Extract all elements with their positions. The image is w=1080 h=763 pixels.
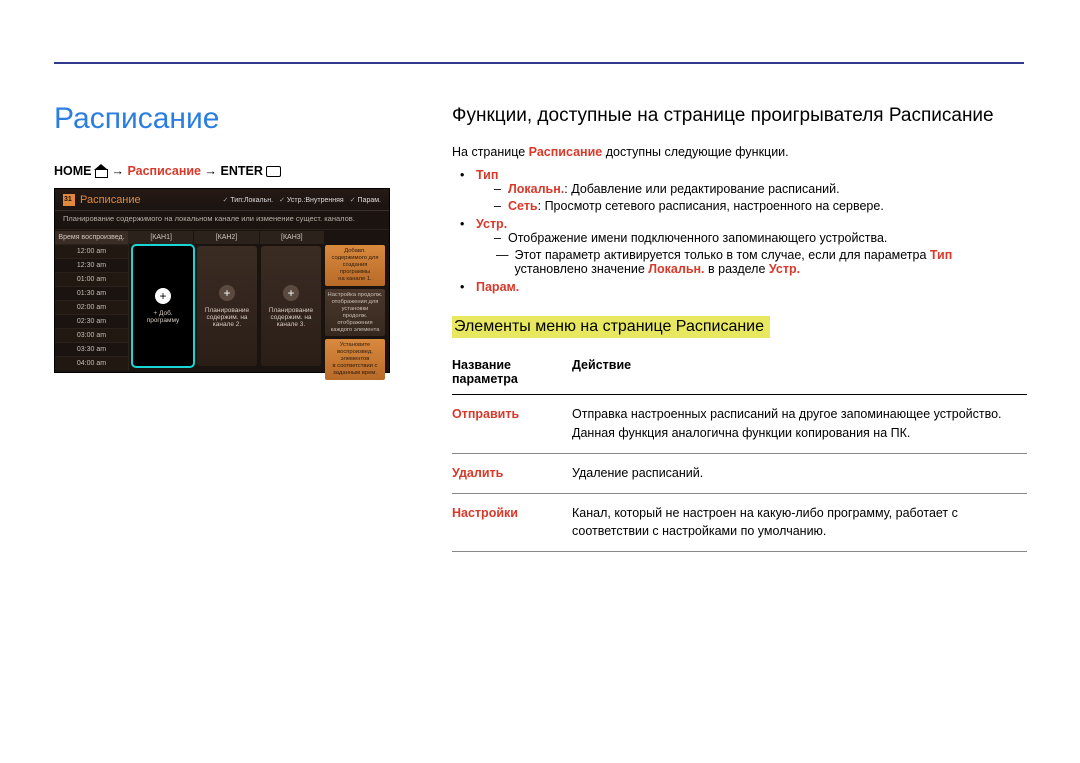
mock-tile-1-label: + Доб. программу (137, 310, 189, 324)
mock-tile-text: канале 3. (277, 321, 305, 328)
mock-top-right-0: Тип:Локальн. (223, 196, 274, 204)
mock-time-head: Время воспроизвед. (55, 231, 129, 244)
mock-header-right: Тип:Локальн. Устр.:Внутренняя Парам. (223, 196, 381, 204)
mock-header: Расписание Тип:Локальн. Устр.:Внутренняя… (55, 189, 389, 211)
row-name: Отправить (452, 395, 572, 454)
label-ustr: Устр. (476, 217, 507, 231)
row-desc: Канал, который не настроен на какую-либо… (572, 493, 1027, 552)
mock-tile-2: + Планирование содержим. на канале 2. (197, 246, 257, 366)
ustr-text: Отображение имени подключенного запомина… (496, 231, 1027, 245)
type-net-line: Сеть: Просмотр сетевого расписания, наст… (496, 199, 1027, 213)
mock-time-row: 03:00 am (55, 328, 129, 342)
label-type: Тип (476, 168, 498, 182)
breadcrumb-arrow-2: → (205, 164, 218, 178)
mock-time-row: 03:30 am (55, 342, 129, 356)
mock-top-right-2: Парам. (350, 196, 381, 204)
mock-time-row: 04:00 am (55, 356, 129, 370)
row-name: Настройки (452, 493, 572, 552)
intro-text: На странице Расписание доступны следующи… (452, 143, 1027, 162)
mock-time-row: 12:30 am (55, 258, 129, 272)
mock-tile-text: Планирование (205, 307, 249, 314)
mock-col-head: [КАН2] (194, 231, 259, 244)
mock-top-right-1: Устр.:Внутренняя (279, 196, 344, 204)
ustr-note: ― Этот параметр активируется только в то… (476, 248, 1027, 276)
label-param: Парам. (476, 280, 519, 294)
breadcrumb-arrow-1: → (111, 164, 124, 178)
mock-right-stack: Добавл.содержимого длясоздания программы… (325, 231, 389, 372)
plus-icon: + (155, 288, 171, 304)
enter-icon (266, 166, 281, 177)
plus-icon: + (219, 285, 235, 301)
mock-tile-1: + + Доб. программу (133, 246, 193, 366)
breadcrumb: HOME → Расписание → ENTER (54, 164, 396, 178)
subheading: Элементы меню на странице Расписание (452, 316, 770, 338)
screenshot-mock: Расписание Тип:Локальн. Устр.:Внутренняя… (54, 188, 390, 373)
mock-rcard: Добавл.содержимого длясоздания программы… (325, 245, 385, 286)
home-icon (95, 166, 108, 177)
mock-time-col: Время воспроизвед. 12:00 am 12:30 am 01:… (55, 231, 129, 372)
calendar-icon (63, 194, 75, 206)
mock-time-row: 02:30 am (55, 314, 129, 328)
mock-col-head: [КАН1] (129, 231, 194, 244)
plus-icon: + (283, 285, 299, 301)
mock-title: Расписание (80, 194, 141, 206)
mock-tile-text: содержим. на (206, 314, 247, 321)
mock-col-head: [КАН3] (260, 231, 325, 244)
row-name: Удалить (452, 453, 572, 493)
top-divider (54, 62, 1024, 64)
section-heading: Функции, доступные на странице проигрыва… (452, 105, 1027, 127)
mock-tile-text: канале 2. (213, 321, 241, 328)
row-desc: Удаление расписаний. (572, 453, 1027, 493)
row-desc: Отправка настроенных расписаний на друго… (572, 395, 1027, 454)
th-name: Название параметра (452, 352, 572, 395)
mock-rcard: Установитевоспроизвед. элементовв соотве… (325, 339, 385, 380)
mock-time-row: 01:30 am (55, 286, 129, 300)
type-local-line: Локальн.: Добавление или редактирование … (496, 182, 1027, 196)
th-action: Действие (572, 352, 1027, 395)
mock-rcard: Настройка продолж.отображения для устано… (325, 289, 385, 337)
mock-time-row: 12:00 am (55, 244, 129, 258)
mock-time-row: 02:00 am (55, 300, 129, 314)
mock-subtitle: Планирование содержимого на локальном ка… (55, 211, 389, 230)
mock-time-row: 01:00 am (55, 272, 129, 286)
options-table: Название параметра Действие Отправить От… (452, 352, 1027, 552)
mock-tile-3: + Планирование содержим. на канале 3. (261, 246, 321, 366)
mock-tile-text: содержим. на (270, 314, 311, 321)
mock-tile-text: Планирование (269, 307, 313, 314)
page-title: Расписание (54, 102, 396, 136)
breadcrumb-mid: Расписание (127, 164, 201, 178)
breadcrumb-enter: ENTER (220, 164, 262, 178)
breadcrumb-home: HOME (54, 164, 92, 178)
